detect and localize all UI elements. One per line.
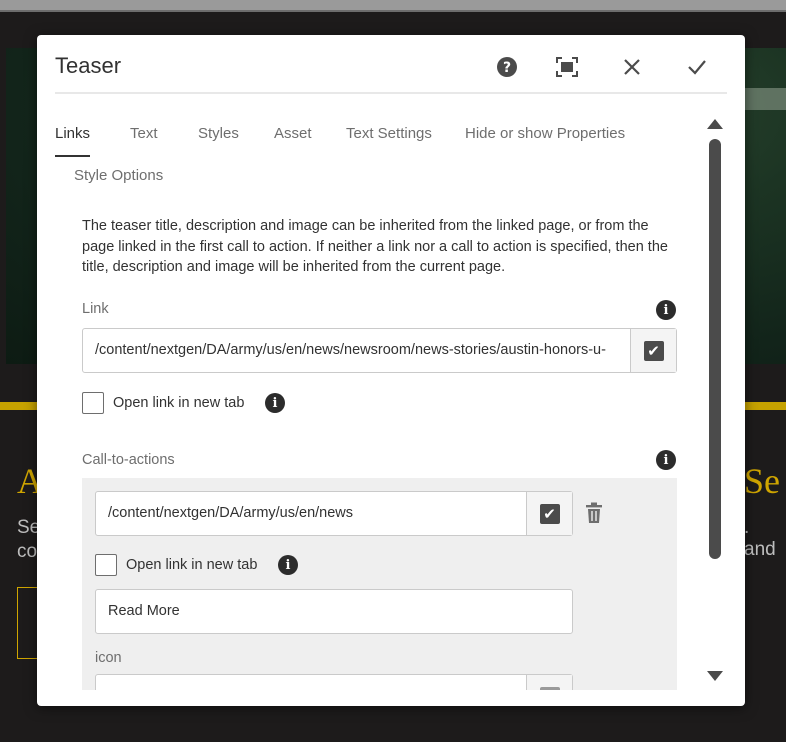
tab-list: Links Text Styles Asset Text Settings Hi… (55, 123, 700, 167)
fullscreen-button[interactable] (553, 53, 581, 81)
cta-icon-field: ✔ (95, 674, 573, 690)
link-field: /content/nextgen/DA/army/us/en/news/news… (82, 328, 677, 373)
dialog-content: Links Text Styles Asset Text Settings Hi… (55, 115, 700, 690)
open-new-tab-info-icon[interactable]: i (265, 393, 285, 413)
bg-sub-right: . and (744, 517, 776, 560)
link-picker-button[interactable]: ✔ (630, 329, 676, 372)
checkbox-picker-icon: ✔ (643, 340, 664, 361)
link-input[interactable]: /content/nextgen/DA/army/us/en/news/news… (83, 329, 630, 372)
close-icon (624, 59, 640, 75)
fullscreen-icon (556, 57, 578, 77)
cta-icon-input[interactable] (96, 675, 526, 690)
cta-link-input[interactable]: /content/nextgen/DA/army/us/en/news (96, 492, 526, 535)
cta-link-field: /content/nextgen/DA/army/us/en/news ✔ (95, 491, 573, 536)
cta-label: Call-to-actions (82, 452, 175, 468)
cta-open-new-tab-checkbox[interactable] (95, 554, 117, 576)
link-open-new-tab-checkbox[interactable] (82, 392, 104, 414)
cta-icon-picker-button[interactable]: ✔ (526, 675, 572, 690)
header-divider (55, 92, 727, 94)
tab-hide-or-show-properties[interactable]: Hide or show Properties (465, 125, 625, 142)
cta-text-input[interactable]: Read More (96, 590, 572, 633)
scroll-down-arrow-icon[interactable] (707, 671, 723, 681)
bg-heading-right: Se (744, 461, 780, 501)
scrollbar-thumb[interactable] (709, 139, 721, 559)
dialog-title: Teaser (55, 53, 122, 78)
cta-icon-label: icon (95, 650, 122, 666)
link-label: Link (82, 301, 109, 317)
scroll-up-arrow-icon[interactable] (707, 119, 723, 129)
browser-top-bar (0, 0, 786, 12)
cta-link-picker-button[interactable]: ✔ (526, 492, 572, 535)
checkbox-picker-icon: ✔ (539, 503, 560, 524)
tab-text-settings[interactable]: Text Settings (346, 125, 432, 142)
tab-style-options[interactable]: Style Options (74, 167, 163, 184)
tab-styles[interactable]: Styles (198, 125, 239, 142)
tab-text[interactable]: Text (130, 125, 158, 142)
cta-text-field: Read More (95, 589, 573, 634)
trash-icon[interactable] (585, 502, 603, 524)
cta-info-icon[interactable]: i (656, 450, 676, 470)
bg-sub-left-2: co (17, 541, 38, 562)
tab-links[interactable]: Links (55, 125, 91, 157)
check-icon (688, 60, 706, 75)
cta-open-new-tab-label: Open link in new tab (126, 557, 258, 573)
done-button[interactable] (683, 53, 711, 81)
dialog-scrollbar[interactable] (705, 117, 725, 687)
teaser-description: The teaser title, description and image … (82, 218, 668, 275)
cta-item-panel: /content/nextgen/DA/army/us/en/news ✔ Op… (82, 478, 677, 690)
cta-open-new-tab-info-icon[interactable]: i (278, 555, 298, 575)
checkbox-picker-icon: ✔ (539, 686, 560, 690)
tab-asset[interactable]: Asset (274, 125, 312, 142)
link-info-icon[interactable]: i (656, 300, 676, 320)
teaser-dialog: Teaser ? Links Text Styles Asset Text Se… (37, 35, 745, 706)
svg-text:?: ? (503, 60, 511, 76)
link-open-new-tab-label: Open link in new tab (113, 395, 245, 411)
close-button[interactable] (618, 53, 646, 81)
help-icon: ? (497, 57, 517, 77)
help-button[interactable]: ? (493, 53, 521, 81)
